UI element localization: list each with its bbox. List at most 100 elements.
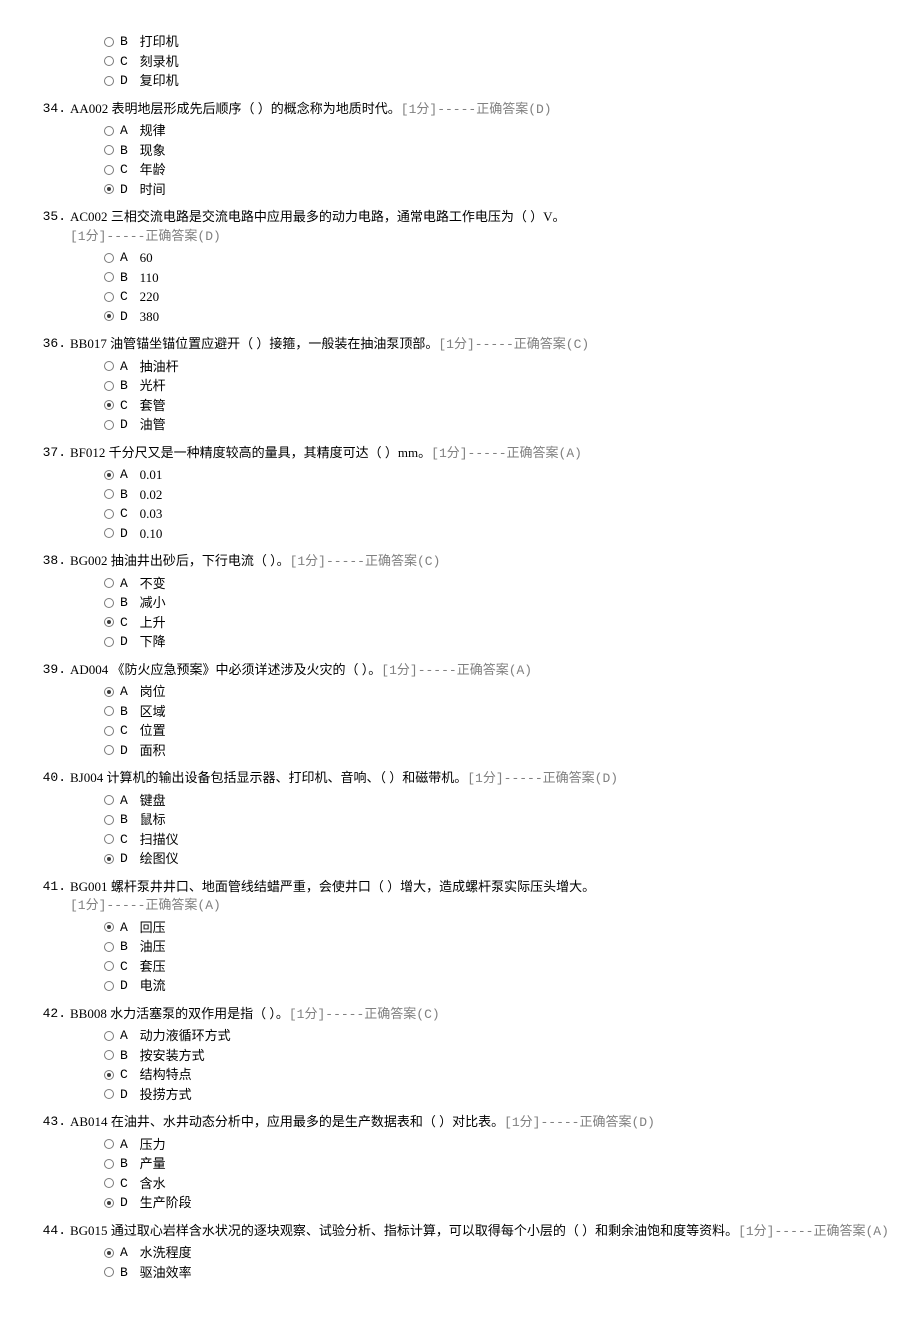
radio-icon[interactable] <box>104 126 114 136</box>
choice-letter: B <box>120 485 136 505</box>
choice-item[interactable]: B 产量 <box>104 1154 920 1174</box>
choice-item[interactable]: B 油压 <box>104 937 920 957</box>
radio-icon[interactable] <box>104 1031 114 1041</box>
choice-item[interactable]: C 扫描仪 <box>104 830 920 850</box>
choice-text: 刻录机 <box>140 52 179 72</box>
question-stem: BG001 螺杆泵井井口、地面管线结蜡严重，会使井口（ ）增大，造成螺杆泵实际压… <box>70 877 920 897</box>
choice-item[interactable]: B 按安装方式 <box>104 1046 920 1066</box>
radio-icon[interactable] <box>104 981 114 991</box>
choice-item[interactable]: A 水洗程度 <box>104 1243 920 1263</box>
choice-letter: B <box>120 1263 136 1283</box>
choice-item[interactable]: B 区域 <box>104 702 920 722</box>
choice-item[interactable]: D 生产阶段 <box>104 1193 920 1213</box>
radio-icon[interactable] <box>104 253 114 263</box>
choice-item[interactable]: A 回压 <box>104 918 920 938</box>
radio-icon[interactable] <box>104 56 114 66</box>
radio-icon[interactable] <box>104 795 114 805</box>
radio-icon[interactable] <box>104 1198 114 1208</box>
question-item: 40.BJ004 计算机的输出设备包括显示器、打印机、音响、（ ）和磁带机。[1… <box>0 768 920 869</box>
choice-item[interactable]: B 110 <box>104 268 920 288</box>
radio-icon[interactable] <box>104 76 114 86</box>
choice-letter: A <box>120 1243 136 1263</box>
choice-item[interactable]: D 0.10 <box>104 524 920 544</box>
choice-item[interactable]: C 套压 <box>104 957 920 977</box>
radio-icon[interactable] <box>104 578 114 588</box>
radio-icon[interactable] <box>104 1248 114 1258</box>
question-text: 水力活塞泵的双作用是指（ ）。 <box>107 1006 289 1021</box>
choice-item[interactable]: D 油管 <box>104 415 920 435</box>
radio-icon[interactable] <box>104 272 114 282</box>
choice-item[interactable]: A 规律 <box>104 121 920 141</box>
choice-item[interactable]: A 抽油杆 <box>104 357 920 377</box>
choice-item[interactable]: C 220 <box>104 287 920 307</box>
choice-item[interactable]: D 时间 <box>104 180 920 200</box>
choice-item[interactable]: A 不变 <box>104 574 920 594</box>
choice-item[interactable]: A 键盘 <box>104 791 920 811</box>
radio-icon[interactable] <box>104 706 114 716</box>
radio-icon[interactable] <box>104 381 114 391</box>
radio-icon[interactable] <box>104 528 114 538</box>
radio-icon[interactable] <box>104 292 114 302</box>
choice-item[interactable]: C 0.03 <box>104 504 920 524</box>
radio-icon[interactable] <box>104 311 114 321</box>
choice-item[interactable]: C 年龄 <box>104 160 920 180</box>
choice-item[interactable]: B 0.02 <box>104 485 920 505</box>
radio-icon[interactable] <box>104 1178 114 1188</box>
choice-item[interactable]: B 鼠标 <box>104 810 920 830</box>
radio-icon[interactable] <box>104 361 114 371</box>
choice-item[interactable]: C 含水 <box>104 1174 920 1194</box>
choice-item[interactable]: D 下降 <box>104 632 920 652</box>
radio-icon[interactable] <box>104 1089 114 1099</box>
radio-icon[interactable] <box>104 922 114 932</box>
radio-icon[interactable] <box>104 1159 114 1169</box>
radio-icon[interactable] <box>104 509 114 519</box>
choice-item[interactable]: D 电流 <box>104 976 920 996</box>
radio-icon[interactable] <box>104 420 114 430</box>
choice-item[interactable]: A 动力液循环方式 <box>104 1026 920 1046</box>
choice-item[interactable]: A 压力 <box>104 1135 920 1155</box>
question-stem: AD004 《防火应急预案》中必须详述涉及火灾的（ ）。[1分]-----正确答… <box>70 660 920 681</box>
radio-icon[interactable] <box>104 854 114 864</box>
choice-text: 60 <box>140 248 153 268</box>
radio-icon[interactable] <box>104 37 114 47</box>
choice-item[interactable]: C 位置 <box>104 721 920 741</box>
radio-icon[interactable] <box>104 637 114 647</box>
choice-item[interactable]: B 打印机 <box>104 32 920 52</box>
choice-item[interactable]: D 投捞方式 <box>104 1085 920 1105</box>
radio-icon[interactable] <box>104 184 114 194</box>
choice-item[interactable]: A 岗位 <box>104 682 920 702</box>
choice-item[interactable]: B 减小 <box>104 593 920 613</box>
choice-item[interactable]: B 光杆 <box>104 376 920 396</box>
radio-icon[interactable] <box>104 815 114 825</box>
radio-icon[interactable] <box>104 834 114 844</box>
choice-item[interactable]: D 复印机 <box>104 71 920 91</box>
radio-icon[interactable] <box>104 687 114 697</box>
choice-item[interactable]: C 套管 <box>104 396 920 416</box>
radio-icon[interactable] <box>104 598 114 608</box>
radio-icon[interactable] <box>104 165 114 175</box>
choice-item[interactable]: B 现象 <box>104 141 920 161</box>
choice-item[interactable]: D 380 <box>104 307 920 327</box>
radio-icon[interactable] <box>104 1267 114 1277</box>
choice-item[interactable]: C 结构特点 <box>104 1065 920 1085</box>
radio-icon[interactable] <box>104 400 114 410</box>
choice-item[interactable]: A 60 <box>104 248 920 268</box>
radio-icon[interactable] <box>104 1139 114 1149</box>
radio-icon[interactable] <box>104 961 114 971</box>
choice-item[interactable]: D 绘图仪 <box>104 849 920 869</box>
radio-icon[interactable] <box>104 1050 114 1060</box>
radio-icon[interactable] <box>104 1070 114 1080</box>
radio-icon[interactable] <box>104 470 114 480</box>
radio-icon[interactable] <box>104 617 114 627</box>
choice-item[interactable]: D 面积 <box>104 741 920 761</box>
radio-icon[interactable] <box>104 942 114 952</box>
choice-text: 不变 <box>140 574 166 594</box>
choice-item[interactable]: C 上升 <box>104 613 920 633</box>
choice-item[interactable]: A 0.01 <box>104 465 920 485</box>
radio-icon[interactable] <box>104 745 114 755</box>
radio-icon[interactable] <box>104 145 114 155</box>
radio-icon[interactable] <box>104 726 114 736</box>
choice-item[interactable]: C 刻录机 <box>104 52 920 72</box>
choice-item[interactable]: B 驱油效率 <box>104 1263 920 1283</box>
radio-icon[interactable] <box>104 489 114 499</box>
